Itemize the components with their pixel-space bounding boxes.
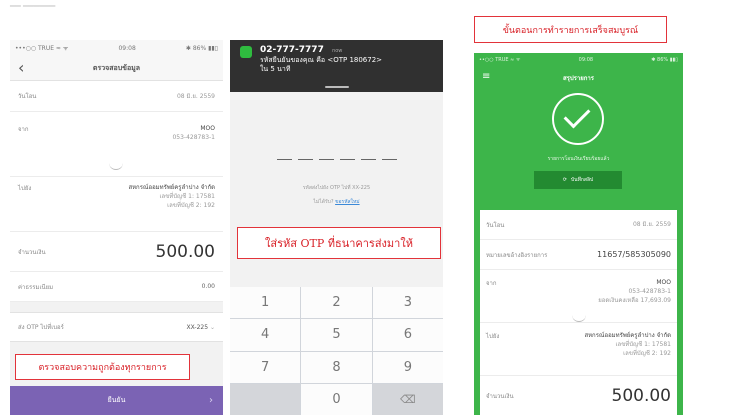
to-account-row: ไปยัง สหกรณ์ออมทรัพย์ครูลำปาง จำกัด เลขท… bbox=[480, 322, 677, 376]
chevron-right-icon: › bbox=[209, 395, 213, 406]
amount-row: จำนวนเงิน 500.00 bbox=[480, 376, 677, 415]
from-name: MOO bbox=[656, 279, 671, 286]
success-message: รายการโอนเงินเรียบร้อยแล้ว bbox=[547, 156, 610, 162]
amount-value: 500.00 bbox=[611, 386, 671, 406]
reference-row: หมายเลขอ้างอิงรายการ 11657/585305090 bbox=[480, 240, 677, 270]
key-6[interactable]: 6 bbox=[372, 319, 443, 351]
save-slip-label: บันทึกสลิป bbox=[570, 177, 594, 183]
transfer-details-card: วันโอน 08 มิ.ย. 2559 จาก MOO 053-428783-… bbox=[10, 81, 223, 302]
resend-line: ไม่ได้รับ? ขอรหัสใหม่ bbox=[230, 198, 443, 206]
to-name: สหกรณ์ออมทรัพย์ครูลำปาง จำกัด bbox=[128, 184, 215, 191]
key-blank bbox=[230, 383, 301, 415]
amount-row: จำนวนเงิน 500.00 bbox=[10, 232, 223, 272]
summary-card: วันโอน 08 มิ.ย. 2559 หมายเลขอ้างอิงรายกา… bbox=[480, 210, 677, 415]
from-account-number: 053-428783-1 bbox=[172, 134, 215, 141]
status-time: 09:08 bbox=[118, 44, 136, 52]
amount-label: จำนวนเงิน bbox=[18, 248, 46, 256]
sender-number: 02-777-7777 bbox=[260, 45, 324, 55]
to-account-line1: เลขที่บัญชี 1: 17581 bbox=[159, 193, 215, 200]
callout-transaction-complete: ขั้นตอนการทำรายการเสร็จสมบูรณ์ bbox=[474, 16, 667, 43]
key-1[interactable]: 1 bbox=[230, 287, 301, 319]
otp-phone-value: XX-225 bbox=[186, 323, 209, 331]
numeric-keypad: 1 2 3 4 5 6 7 8 9 0 ⌫ bbox=[230, 287, 443, 415]
to-account-line2: เลขที่บัญชี 2: 192 bbox=[167, 202, 215, 209]
from-balance: ยอดเงินคงเหลือ 17,693.09 bbox=[598, 297, 671, 304]
transfer-date-row: วันโอน 08 มิ.ย. 2559 bbox=[10, 81, 223, 112]
backspace-icon[interactable]: ⌫ bbox=[372, 383, 443, 415]
reference-label: หมายเลขอ้างอิงรายการ bbox=[486, 251, 548, 259]
callout-verify-all-items: ตรวจสอบความถูกต้องทุกรายการ bbox=[15, 354, 190, 380]
notification-line2: ใน 5 นาที bbox=[260, 65, 291, 73]
resend-prefix: ไม่ได้รับ? bbox=[313, 199, 334, 205]
carrier-signal: ••○○ TRUE ≈ ᯤ bbox=[479, 57, 521, 63]
summary-screen: ••○○ TRUE ≈ ᯤ 09:08 ✱ 86% ▮▮▯ ≡ สรุปรายก… bbox=[474, 53, 683, 415]
transfer-date-row: วันโอน 08 มิ.ย. 2559 bbox=[480, 210, 677, 240]
from-label: จาก bbox=[18, 126, 29, 133]
carrier-signal: •••○○ TRUE ≈ ᯤ bbox=[15, 45, 69, 52]
to-label: ไปยัง bbox=[486, 333, 500, 340]
key-7[interactable]: 7 bbox=[230, 351, 301, 383]
battery-indicator: ✱ 86% ▮▮▯ bbox=[651, 57, 678, 63]
key-8[interactable]: 8 bbox=[301, 351, 372, 383]
message-icon bbox=[240, 46, 252, 58]
page-title: ตรวจสอบข้อมูล bbox=[92, 63, 141, 72]
callout-enter-otp: ใส่รหัส OTP ที่ธนาคารส่งมาให้ bbox=[237, 227, 441, 259]
from-label: จาก bbox=[486, 280, 497, 287]
date-value: 08 มิ.ย. 2559 bbox=[176, 92, 215, 100]
fee-row: ค่าธรรมเนียม 0.00 bbox=[10, 272, 223, 302]
amount-label: จำนวนเงิน bbox=[486, 393, 514, 400]
otp-phone-label: ส่ง OTP ไปที่เบอร์ bbox=[18, 324, 64, 331]
from-name: MOO bbox=[200, 125, 215, 132]
confirm-button-label: ยืนยัน bbox=[107, 396, 126, 404]
to-name: สหกรณ์ออมทรัพย์ครูลำปาง จำกัด bbox=[584, 332, 671, 339]
to-account-line1: เลขที่บัญชี 1: 17581 bbox=[615, 341, 671, 348]
to-account-row: ไปยัง สหกรณ์ออมทรัพย์ครูลำปาง จำกัด เลขท… bbox=[10, 176, 223, 232]
fee-value: 0.00 bbox=[201, 283, 215, 290]
key-3[interactable]: 3 bbox=[372, 287, 443, 319]
notification-time: now bbox=[332, 48, 343, 54]
key-2[interactable]: 2 bbox=[301, 287, 372, 319]
resend-otp-link[interactable]: ขอรหัสใหม่ bbox=[335, 199, 360, 205]
date-label: วันโอน bbox=[486, 221, 505, 229]
chevron-down-icon bbox=[109, 163, 123, 170]
nav-bar: ‹ ตรวจสอบข้อมูล bbox=[10, 56, 223, 81]
to-label: ไปยัง bbox=[18, 185, 32, 192]
from-account-row: จาก MOO 053-428783-1 bbox=[10, 112, 223, 176]
date-label: วันโอน bbox=[18, 93, 37, 100]
to-account-line2: เลขที่บัญชี 2: 192 bbox=[623, 350, 671, 357]
status-time: 09:08 bbox=[578, 57, 594, 63]
back-chevron-icon[interactable]: ‹ bbox=[18, 58, 24, 77]
success-check-icon bbox=[552, 93, 604, 145]
battery-indicator: ✱ 86% ▮▮▯ bbox=[185, 44, 218, 52]
key-0[interactable]: 0 bbox=[301, 383, 372, 415]
from-account-number: 053-428783-1 bbox=[628, 288, 671, 295]
status-bar: •••○○ TRUE ≈ ᯤ 09:08 ✱ 86% ▮▮▯ bbox=[10, 40, 223, 56]
status-bar: ••○○ TRUE ≈ ᯤ 09:08 ✱ 86% ▮▮▯ bbox=[474, 53, 683, 67]
date-value: 08 มิ.ย. 2559 bbox=[632, 221, 671, 228]
reference-value: 11657/585305090 bbox=[597, 250, 671, 259]
key-5[interactable]: 5 bbox=[301, 319, 372, 351]
page-title: สรุปรายการ bbox=[562, 75, 595, 82]
refresh-icon: ⟳ bbox=[562, 177, 567, 183]
key-9[interactable]: 9 bbox=[372, 351, 443, 383]
chevron-down-icon bbox=[572, 315, 586, 322]
notification-line1: รหัสยืนยันของคุณ คือ <OTP 180672> bbox=[260, 56, 383, 64]
chevron-down-icon: ⌄ bbox=[209, 323, 215, 331]
key-4[interactable]: 4 bbox=[230, 319, 301, 351]
sms-notification-banner[interactable]: 02-777-7777 now รหัสยืนยันของคุณ คือ <OT… bbox=[230, 40, 443, 92]
banner-grab-handle[interactable] bbox=[325, 86, 349, 88]
otp-input[interactable] bbox=[230, 159, 443, 160]
otp-hint: รหัสส่งไปยัง OTP ไปที่ XX-225 bbox=[302, 185, 371, 191]
from-account-row: จาก MOO 053-428783-1 ยอดเงินคงเหลือ 17,6… bbox=[480, 270, 677, 322]
confirm-button[interactable]: ยืนยัน › bbox=[10, 386, 223, 415]
faint-header-mark: ▔▔ ▔▔▔▔▔▔ bbox=[10, 6, 56, 14]
amount-value: 500.00 bbox=[155, 241, 215, 262]
fee-label: ค่าธรรมเนียม bbox=[18, 283, 54, 291]
save-slip-button[interactable]: ⟳ บันทึกสลิป bbox=[534, 171, 622, 189]
otp-phone-select[interactable]: ส่ง OTP ไปที่เบอร์ XX-225 ⌄ bbox=[10, 312, 223, 342]
